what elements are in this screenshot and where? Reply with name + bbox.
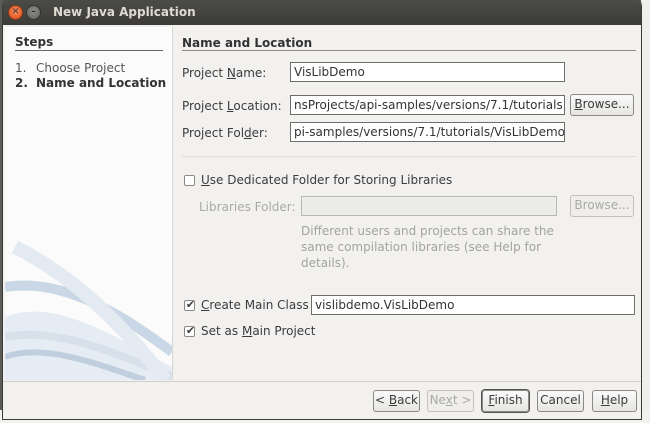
minimize-window-button[interactable]: – <box>26 5 41 20</box>
title-bar: ✕ – New Java Application <box>3 0 641 25</box>
section-title: Name and Location <box>182 36 313 50</box>
create-main-class-checkbox[interactable]: ✔ <box>184 298 196 311</box>
step-number: 2. <box>15 76 28 90</box>
step-choose-project: 1. Choose Project <box>15 61 125 75</box>
steps-title: Steps <box>15 35 54 49</box>
set-main-project-checkbox[interactable]: ✔ <box>184 324 196 337</box>
project-location-field[interactable]: nsProjects/api-samples/versions/7.1/tuto… <box>290 95 565 115</box>
project-name-field[interactable]: VisLibDemo <box>290 62 565 82</box>
libraries-folder-label: Libraries Folder: <box>199 200 296 214</box>
help-button[interactable]: Help <box>592 390 637 412</box>
step-number: 1. <box>15 61 27 75</box>
step-label: Choose Project <box>36 61 126 75</box>
libraries-folder-field[interactable] <box>301 196 557 216</box>
dedicated-libraries-label: Use Dedicated Folder for Storing Librari… <box>201 173 453 187</box>
background-editor-edge <box>641 0 650 423</box>
cancel-button[interactable]: Cancel <box>537 390 584 412</box>
decorative-swoosh-graphic <box>5 240 172 380</box>
checkmark-icon: ✔ <box>185 324 196 337</box>
step-name-and-location: 2. Name and Location <box>15 76 166 90</box>
browse-libraries-button[interactable]: Browse... <box>570 195 634 217</box>
separator <box>182 156 636 157</box>
checkmark-icon: ✔ <box>185 298 196 311</box>
set-main-project-label: Set as Main Project <box>201 324 316 338</box>
next-button[interactable]: Next > <box>427 390 474 412</box>
project-name-label: Project Name: <box>182 66 267 80</box>
libraries-help-text: Different users and projects can share t… <box>301 224 554 270</box>
section-divider <box>182 50 636 51</box>
close-window-button[interactable]: ✕ <box>8 5 23 20</box>
step-label: Name and Location <box>36 76 167 90</box>
browse-location-button[interactable]: Browse... <box>570 94 634 116</box>
steps-panel: Steps 1. Choose Project 2. Name and Locati… <box>5 27 173 380</box>
dedicated-libraries-checkbox[interactable] <box>184 175 195 186</box>
window-title: New Java Application <box>53 5 196 19</box>
main-class-field[interactable]: vislibdemo.VisLibDemo <box>311 295 635 315</box>
create-main-class-label: Create Main Class <box>201 298 309 312</box>
minimize-icon: – <box>31 7 36 17</box>
project-folder-label: Project Folder: <box>182 126 268 140</box>
button-bar-divider <box>3 381 641 382</box>
finish-button[interactable]: Finish <box>482 390 529 412</box>
project-location-label: Project Location: <box>182 99 282 113</box>
new-java-application-dialog: ✕ – New Java Application Steps 1. Choose … <box>3 0 641 419</box>
back-button[interactable]: < Back <box>373 390 420 412</box>
steps-divider <box>15 50 163 51</box>
close-icon: ✕ <box>11 7 20 17</box>
project-folder-field[interactable]: pi-samples/versions/7.1/tutorials/VisLib… <box>290 122 565 142</box>
